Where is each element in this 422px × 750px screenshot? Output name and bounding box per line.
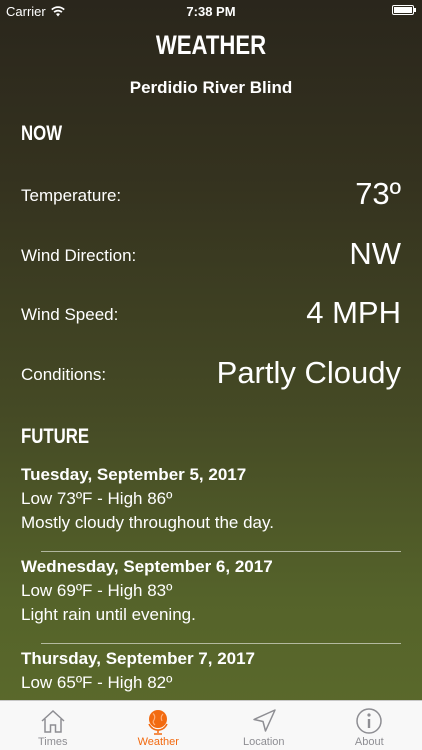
tab-location[interactable]: Location (211, 701, 317, 750)
forecast-divider (41, 551, 401, 552)
tab-label: Times (37, 736, 68, 748)
wind-speed-label: Wind Speed: (21, 305, 119, 324)
temperature-label: Temperature: (21, 186, 122, 205)
globe-icon (148, 710, 168, 735)
forecast-item: Wednesday, September 6, 2017 Low 69ºF - … (21, 555, 401, 627)
info-icon (356, 708, 382, 734)
status-bar: Carrier 7:38 PM (0, 0, 422, 22)
tab-weather[interactable]: Weather (106, 701, 212, 750)
wind-direction-value: NW (349, 236, 401, 271)
tab-label: Location (242, 736, 285, 748)
forecast-divider (41, 643, 401, 644)
conditions-row: Conditions: Partly Cloudy (21, 351, 401, 391)
tab-times[interactable]: Times (0, 701, 106, 750)
now-heading: NOW (21, 122, 63, 145)
wind-direction-label: Wind Direction: (21, 246, 137, 265)
forecast-temps: Low 73ºF - High 86º (21, 489, 173, 508)
home-icon (41, 709, 65, 733)
temperature-value: 73º (355, 176, 401, 211)
forecast-temps: Low 65ºF - High 82º (21, 673, 173, 692)
page-title: WEATHER (155, 30, 267, 60)
tab-bar: Times Weather Location About (0, 700, 422, 750)
forecast-day: Thursday, September 7, 2017 (21, 649, 256, 668)
forecast-day: Tuesday, September 5, 2017 (21, 465, 247, 484)
temperature-row: Temperature: 73º (21, 172, 401, 212)
wind-speed-value: 4 MPH (306, 295, 401, 330)
battery-icon (392, 5, 416, 15)
conditions-label: Conditions: (21, 365, 107, 384)
wind-speed-row: Wind Speed: 4 MPH (21, 291, 401, 331)
status-time: 7:38 PM (186, 4, 236, 19)
conditions-value: Partly Cloudy (216, 355, 401, 390)
location-name: Perdidio River Blind (129, 78, 293, 97)
tab-label: About (354, 736, 384, 748)
tab-label: Weather (137, 736, 179, 748)
forecast-item: Thursday, September 7, 2017 Low 65ºF - H… (21, 647, 401, 695)
forecast-summary: Light rain until evening. (21, 605, 196, 624)
forecast-item: Tuesday, September 5, 2017 Low 73ºF - Hi… (21, 463, 401, 535)
forecast-temps: Low 69ºF - High 83º (21, 581, 173, 600)
location-arrow-icon (253, 709, 276, 732)
tab-about[interactable]: About (317, 701, 422, 750)
future-heading: FUTURE (21, 425, 90, 448)
wind-direction-row: Wind Direction: NW (21, 232, 401, 272)
forecast-summary: Mostly cloudy throughout the day. (21, 513, 274, 532)
forecast-day: Wednesday, September 6, 2017 (21, 557, 273, 576)
